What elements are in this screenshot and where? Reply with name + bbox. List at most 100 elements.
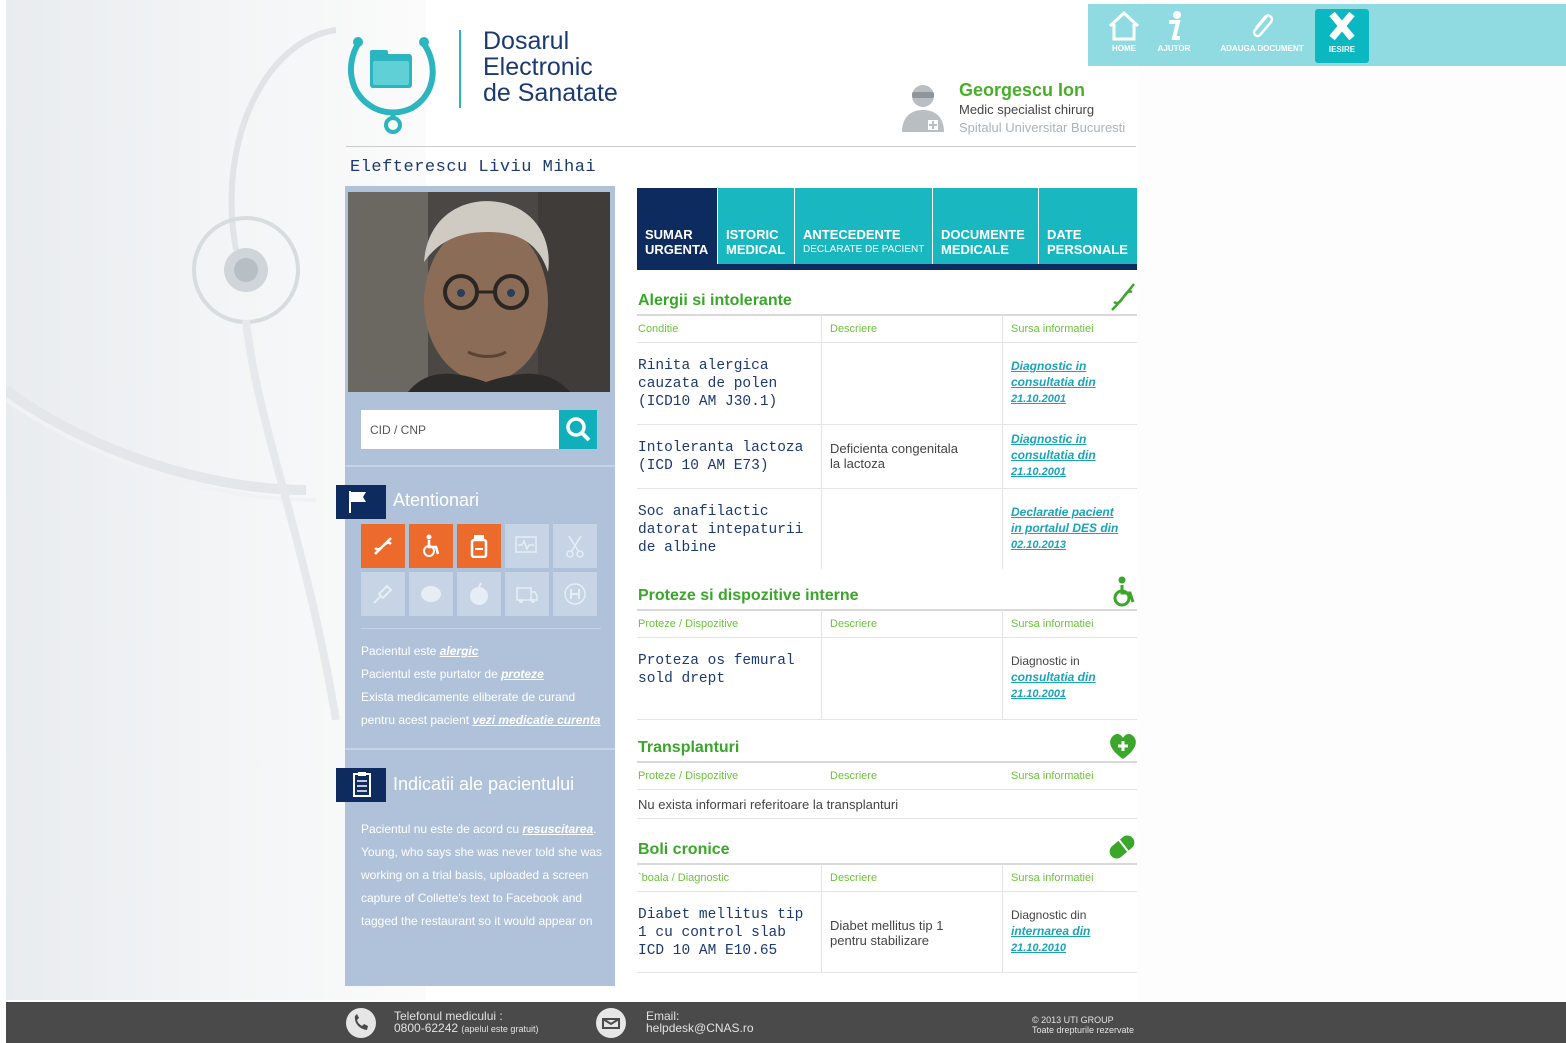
indications-flag xyxy=(336,768,386,802)
allergic-link[interactable]: alergic xyxy=(440,644,479,658)
tab-personal-data[interactable]: DATE PERSONALE xyxy=(1039,188,1137,264)
col-description: Descriere xyxy=(830,770,878,782)
chronic-divider xyxy=(637,863,1137,865)
alerts-title: Atentionari xyxy=(393,490,480,510)
source-line: Diagnostic in xyxy=(1011,432,1087,446)
condition-line: (ICD10 AM J30.1) xyxy=(638,394,778,410)
indication-line-3: capture of Collette's text to Facebook a… xyxy=(361,891,583,905)
transplants-divider xyxy=(637,761,1137,763)
patient-search xyxy=(361,410,597,449)
resuscitation-link[interactable]: resuscitarea xyxy=(522,822,593,836)
tab-label-line-1: SUMAR xyxy=(645,227,693,242)
phone-icon xyxy=(346,1008,376,1038)
cid-cnp-input[interactable] xyxy=(361,410,558,449)
alert-line-2-prefix: Pacientul este purtator de xyxy=(361,667,502,681)
row-divider xyxy=(637,818,1137,819)
doctor-avatar-icon xyxy=(902,85,944,132)
allergy-condition: Soc anafilactic datorat intepaturii de a… xyxy=(638,503,803,557)
help-button[interactable]: AJUTOR xyxy=(1154,10,1194,64)
column-divider xyxy=(821,609,822,719)
pill-bottle-icon xyxy=(470,535,488,558)
ambulance-alert-tile[interactable] xyxy=(505,572,549,616)
email-address[interactable]: helpdesk@CNAS.ro xyxy=(646,1022,754,1034)
description-line: Deficienta congenitala xyxy=(830,441,958,456)
column-divider xyxy=(1002,314,1003,569)
col-source: Sursa informatiei xyxy=(1011,618,1094,630)
diet-alert-tile[interactable] xyxy=(457,572,501,616)
allergy-source-link[interactable]: Diagnostic in consultatia din 21.10.2001 xyxy=(1011,358,1096,407)
alert-line-1-prefix: Pacientul este xyxy=(361,644,440,658)
tab-label-line-2: MEDICAL xyxy=(726,242,786,257)
description-line: Diabet mellitus tip 1 xyxy=(830,918,944,933)
condition-line: Rinita alergica xyxy=(638,358,769,374)
surgery-alert-tile[interactable] xyxy=(553,524,597,568)
prostheses-title: Proteze si dispozitive interne xyxy=(638,587,859,604)
tabs-underline xyxy=(637,264,1137,270)
alerts-divider xyxy=(361,628,601,629)
source-date: 02.10.2013 xyxy=(1011,539,1067,551)
copyright-block: © 2013 UTI GROUP Toate drepturile rezerv… xyxy=(1032,1015,1134,1035)
tab-emergency-summary[interactable]: SUMAR URGENTA xyxy=(637,188,718,264)
condition-line: cauzata de polen xyxy=(638,376,778,392)
add-document-button[interactable]: ADAUGA DOCUMENT xyxy=(1212,10,1312,64)
indication-line-1: Young, who says she was never told she w… xyxy=(361,845,603,859)
row-divider xyxy=(637,972,1137,973)
phone-number[interactable]: 0800-62242 xyxy=(394,1021,458,1035)
indication-prefix: Pacientul nu este de acord cu xyxy=(361,822,523,836)
header-divider xyxy=(346,146,1136,147)
tab-label-line-2: MEDICALE xyxy=(941,242,1009,257)
phone-note: (apelul este gratuit) xyxy=(461,1024,539,1034)
exit-button[interactable]: IESIRE xyxy=(1315,9,1369,63)
prosthesis-source-link[interactable]: Diagnostic in consultatia din 21.10.2001 xyxy=(1011,653,1096,702)
source-date: 21.10.2001 xyxy=(1011,393,1067,405)
injection-alert-tile[interactable] xyxy=(361,572,405,616)
prosthesis-condition: Proteza os femural sold drept xyxy=(638,652,795,688)
doctor-hospital: Spitalul Universitar Bucuresti xyxy=(959,120,1126,135)
search-button[interactable] xyxy=(559,410,597,449)
column-divider xyxy=(1002,609,1003,719)
row-divider xyxy=(637,891,1137,892)
home-button[interactable]: HOME xyxy=(1104,10,1144,64)
app-title-line-3: de Sanatate xyxy=(483,79,618,107)
condition-line: ICD 10 AM E10.65 xyxy=(638,943,778,959)
tab-label-line-1: ANTECEDENTE xyxy=(803,227,901,242)
tab-label-line-1: DOCUMENTE xyxy=(941,227,1025,242)
source-date: 21.10.2001 xyxy=(1011,688,1067,700)
medication-alert-tile[interactable] xyxy=(457,524,501,568)
col-condition: Conditie xyxy=(638,323,679,335)
email-block: Email: helpdesk@CNAS.ro xyxy=(646,1010,754,1034)
scissors-icon xyxy=(566,535,584,558)
tab-medical-documents[interactable]: DOCUMENTE MEDICALE xyxy=(933,188,1039,264)
home-icon xyxy=(1108,10,1140,41)
row-divider xyxy=(637,637,1137,638)
patient-name: Elefterescu Liviu Mihai xyxy=(350,158,597,177)
neuro-alert-tile[interactable] xyxy=(409,572,453,616)
tab-declared-antecedents[interactable]: ANTECEDENTE DECLARATE DE PACIENT xyxy=(795,188,933,264)
sidebar-divider-2 xyxy=(345,748,615,750)
heart-monitor-icon xyxy=(515,536,537,553)
alert-line-4-prefix: pentru acest pacient xyxy=(361,713,473,727)
allergy-source-link[interactable]: Diagnostic in consultatia din 21.10.2001 xyxy=(1011,431,1096,480)
chronic-description: Diabet mellitus tip 1 pentru stabilizare xyxy=(830,918,943,948)
chronic-source-link[interactable]: Diagnostic din internarea din 21.10.2010 xyxy=(1011,907,1090,956)
cardio-alert-tile[interactable] xyxy=(505,524,549,568)
apple-icon xyxy=(470,582,488,605)
dna-icon xyxy=(374,537,392,555)
prosthesis-alert-tile[interactable] xyxy=(409,524,453,568)
wheelchair-icon xyxy=(423,534,440,557)
allergy-alert-tile[interactable] xyxy=(361,524,405,568)
tab-label-line-2: URGENTA xyxy=(645,242,709,257)
source-line: in portalul DES din xyxy=(1011,521,1119,535)
allergies-divider xyxy=(637,314,1137,316)
tab-medical-history[interactable]: ISTORIC MEDICAL xyxy=(718,188,795,264)
chronic-title: Boli cronice xyxy=(638,841,730,858)
prostheses-link[interactable]: proteze xyxy=(501,667,544,681)
column-divider xyxy=(1002,863,1003,973)
condition-line: Soc anafilactic xyxy=(638,504,769,520)
app-title-line-1: Dosarul xyxy=(483,27,570,55)
hospital-alert-tile[interactable] xyxy=(553,572,597,616)
current-medication-link[interactable]: vezi medicatie curenta xyxy=(472,713,600,727)
allergy-source-link[interactable]: Declaratie pacient in portalul DES din 0… xyxy=(1011,504,1118,553)
phone-block: Telefonul medicului : 0800-62242 (apelul… xyxy=(394,1010,538,1035)
doctor-name: Georgescu Ion xyxy=(959,80,1086,100)
